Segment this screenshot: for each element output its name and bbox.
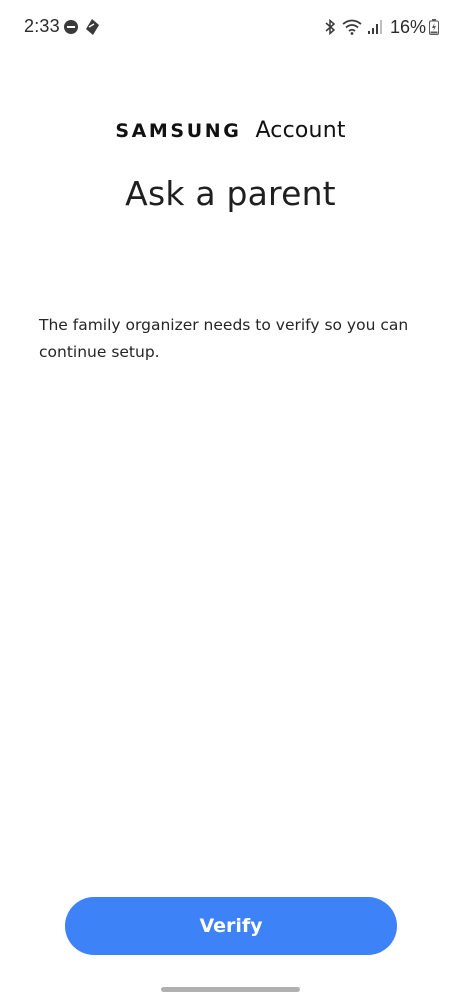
app-notification-icon bbox=[86, 19, 99, 35]
wifi-icon bbox=[342, 19, 362, 35]
battery-charging-icon bbox=[429, 19, 439, 35]
samsung-logo: SAMSUNG bbox=[115, 120, 242, 142]
status-time: 2:33 bbox=[24, 16, 60, 36]
home-indicator[interactable] bbox=[161, 987, 300, 992]
verify-button[interactable]: Verify bbox=[65, 897, 397, 955]
do-not-disturb-icon bbox=[64, 20, 78, 34]
cell-signal-icon bbox=[367, 20, 382, 34]
verification-message: The family organizer needs to verify so … bbox=[39, 316, 409, 361]
status-icons: 16% bbox=[324, 14, 439, 40]
brand-header: SAMSUNG Account bbox=[0, 118, 461, 143]
status-bar: 2:33 16% bbox=[0, 0, 461, 54]
page-title: Ask a parent bbox=[125, 174, 336, 213]
bluetooth-icon bbox=[325, 19, 336, 35]
battery-percent: 16% bbox=[389, 16, 426, 37]
account-label: Account bbox=[255, 118, 346, 143]
